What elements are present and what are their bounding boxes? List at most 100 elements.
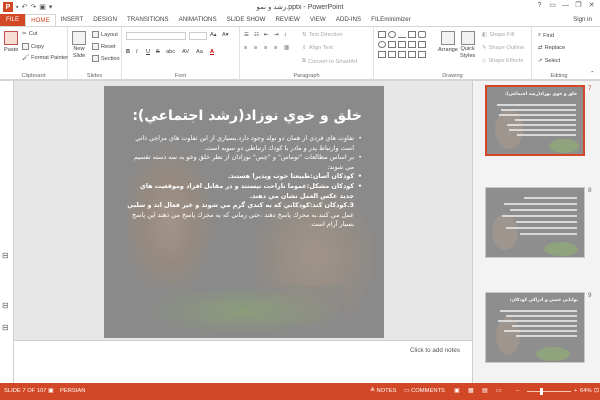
shape-triangle-icon[interactable] xyxy=(388,41,396,48)
zoom-slider-thumb[interactable] xyxy=(539,388,543,395)
increase-indent-icon[interactable]: ⇥ xyxy=(274,32,279,38)
new-slide-button[interactable]: New Slide xyxy=(72,31,86,59)
shape-brace-icon[interactable] xyxy=(378,51,386,58)
shape-bracket-icon[interactable] xyxy=(418,41,426,48)
line-spacing-icon[interactable]: ↕ xyxy=(284,32,287,38)
normal-view-icon[interactable]: ▣ xyxy=(454,388,459,394)
tab-file[interactable]: FILE xyxy=(0,14,26,26)
comments-toggle-button[interactable]: ▭ COMMENTS xyxy=(404,388,445,394)
shape-arrow-icon[interactable] xyxy=(398,41,406,48)
tab-design[interactable]: DESIGN xyxy=(88,14,122,26)
shapes-gallery[interactable] xyxy=(378,31,434,63)
section-button[interactable]: Section xyxy=(92,55,120,62)
shape-more-icon[interactable] xyxy=(418,51,426,58)
text-direction-button[interactable]: ⇅ Text Direction xyxy=(302,32,343,38)
reading-view-icon[interactable]: ▤ xyxy=(482,388,487,394)
zoom-out-button[interactable]: – xyxy=(516,388,519,394)
slide-thumbnail-7[interactable]: خلق و خوي نوزاد(رشد اجتماعي): xyxy=(485,85,585,156)
tab-transitions[interactable]: TRANSITIONS xyxy=(122,14,174,26)
shape-banner-icon[interactable] xyxy=(398,51,406,58)
grow-font-icon[interactable]: A▴ xyxy=(210,32,217,38)
tab-home[interactable]: HOME xyxy=(25,14,56,26)
shape-line-icon[interactable] xyxy=(398,31,406,38)
convert-smartart-button[interactable]: ⧉ Convert to SmartArt xyxy=(302,58,357,65)
font-size-combo[interactable] xyxy=(189,32,207,40)
align-center-icon[interactable]: ≡ xyxy=(254,45,257,51)
shape-fill-button[interactable]: ◧ Shape Fill xyxy=(482,32,514,38)
notes-pane[interactable]: Click to add notes xyxy=(14,340,472,383)
arrange-button[interactable]: Arrange xyxy=(438,31,458,53)
font-color-button[interactable]: A xyxy=(210,49,214,55)
paste-button[interactable]: Paste xyxy=(4,31,18,53)
tab-review[interactable]: REVIEW xyxy=(270,14,304,26)
collapse-ribbon-icon[interactable]: ⌃ xyxy=(590,71,595,77)
current-slide[interactable]: خلق و خوي نوزاد(رشد اجتماعي): تفاوت هاي … xyxy=(104,86,384,338)
zoom-slider[interactable] xyxy=(527,388,571,395)
reset-button[interactable]: Reset xyxy=(92,43,116,50)
fit-slide-icon[interactable]: ⊡ xyxy=(594,388,599,394)
thumbnail-text-line xyxy=(501,109,576,111)
replace-button[interactable]: ⇄ Replace xyxy=(538,45,565,51)
shape-rounded-rect-icon[interactable] xyxy=(418,31,426,38)
shape-oval-icon[interactable] xyxy=(388,31,396,38)
slide-title[interactable]: خلق و خوي نوزاد(رشد اجتماعي): xyxy=(124,108,362,124)
tab-add-ins[interactable]: ADD-INS xyxy=(331,14,366,26)
shrink-font-icon[interactable]: A▾ xyxy=(222,32,229,38)
character-spacing-button[interactable]: AV xyxy=(182,49,189,55)
layout-button[interactable]: Layout xyxy=(92,31,118,38)
shape-outline-button[interactable]: ✎ Shape Outline xyxy=(482,45,524,51)
shape-flowchart-icon[interactable] xyxy=(408,51,416,58)
text-shadow-button[interactable]: abc xyxy=(166,49,175,55)
collapsed-pane-icon[interactable]: ⊟ xyxy=(2,251,9,260)
language-indicator[interactable]: PERSIAN xyxy=(60,388,85,394)
shape-star-icon[interactable] xyxy=(408,41,416,48)
sign-in-link[interactable]: Sign in xyxy=(573,14,592,26)
tab-fileminimizer[interactable]: FILEminimizer xyxy=(366,14,416,26)
slideshow-view-icon[interactable]: ▭ xyxy=(496,388,501,394)
strikethrough-button[interactable]: S xyxy=(156,49,160,55)
minimize-button[interactable]: — xyxy=(559,0,572,12)
ribbon-display-button[interactable]: ▭ xyxy=(546,0,559,12)
slide-thumbnail-9[interactable]: توانايي حسي و ادراكي كودكان: xyxy=(485,292,585,363)
cut-button[interactable]: ✂ Cut xyxy=(22,31,37,37)
quick-styles-button[interactable]: Quick Styles xyxy=(460,31,475,59)
shape-textbox-icon[interactable] xyxy=(408,31,416,38)
shape-rectangle-icon[interactable] xyxy=(378,31,386,38)
restore-button[interactable]: ❐ xyxy=(572,0,585,12)
shape-circle-icon[interactable] xyxy=(378,41,386,48)
zoom-in-button[interactable]: + xyxy=(574,388,577,394)
align-text-button[interactable]: ⇕ Align Text xyxy=(302,45,333,51)
bullets-icon[interactable]: ☰ xyxy=(244,32,249,38)
justify-icon[interactable]: ≡ xyxy=(274,45,277,51)
align-left-icon[interactable]: ≡ xyxy=(244,45,247,51)
find-button[interactable]: ⌕ Find xyxy=(538,32,554,39)
help-button[interactable]: ? xyxy=(533,0,546,12)
collapsed-pane-icon[interactable]: ⊟ xyxy=(2,301,9,310)
tab-view[interactable]: VIEW xyxy=(305,14,331,26)
select-button[interactable]: ➚ Select xyxy=(538,58,560,64)
zoom-level[interactable]: 64% xyxy=(580,388,592,394)
italic-button[interactable]: I xyxy=(136,49,138,55)
align-right-icon[interactable]: ≡ xyxy=(264,45,267,51)
bold-button[interactable]: B xyxy=(126,49,130,55)
notes-toggle-button[interactable]: ≜ NOTES xyxy=(370,388,396,394)
format-painter-button[interactable]: 🖌 Format Painter xyxy=(22,55,68,61)
decrease-indent-icon[interactable]: ⇤ xyxy=(264,32,269,38)
spellcheck-icon[interactable]: ▣ xyxy=(48,388,53,394)
slide-thumbnail-8[interactable] xyxy=(485,187,585,258)
slide-sorter-icon[interactable]: ▦ xyxy=(468,388,473,394)
tab-slide-show[interactable]: SLIDE SHOW xyxy=(222,14,271,26)
close-button[interactable]: ✕ xyxy=(585,0,598,12)
columns-icon[interactable]: ▥ xyxy=(284,45,289,51)
tab-animations[interactable]: ANIMATIONS xyxy=(174,14,222,26)
tab-insert[interactable]: INSERT xyxy=(56,14,89,26)
shape-effects-button[interactable]: ◇ Shape Effects xyxy=(482,58,523,64)
slide-content[interactable]: تفاوت هاي فردي از همان دو تولد وجود دارد… xyxy=(126,134,362,230)
change-case-button[interactable]: Aa xyxy=(196,49,203,55)
shape-callout-icon[interactable] xyxy=(388,51,396,58)
font-name-combo[interactable] xyxy=(126,32,186,40)
underline-button[interactable]: U xyxy=(146,49,150,55)
copy-button[interactable]: Copy xyxy=(22,43,44,50)
numbering-icon[interactable]: ☷ xyxy=(254,32,259,38)
collapsed-pane-icon[interactable]: ⊟ xyxy=(2,323,9,332)
